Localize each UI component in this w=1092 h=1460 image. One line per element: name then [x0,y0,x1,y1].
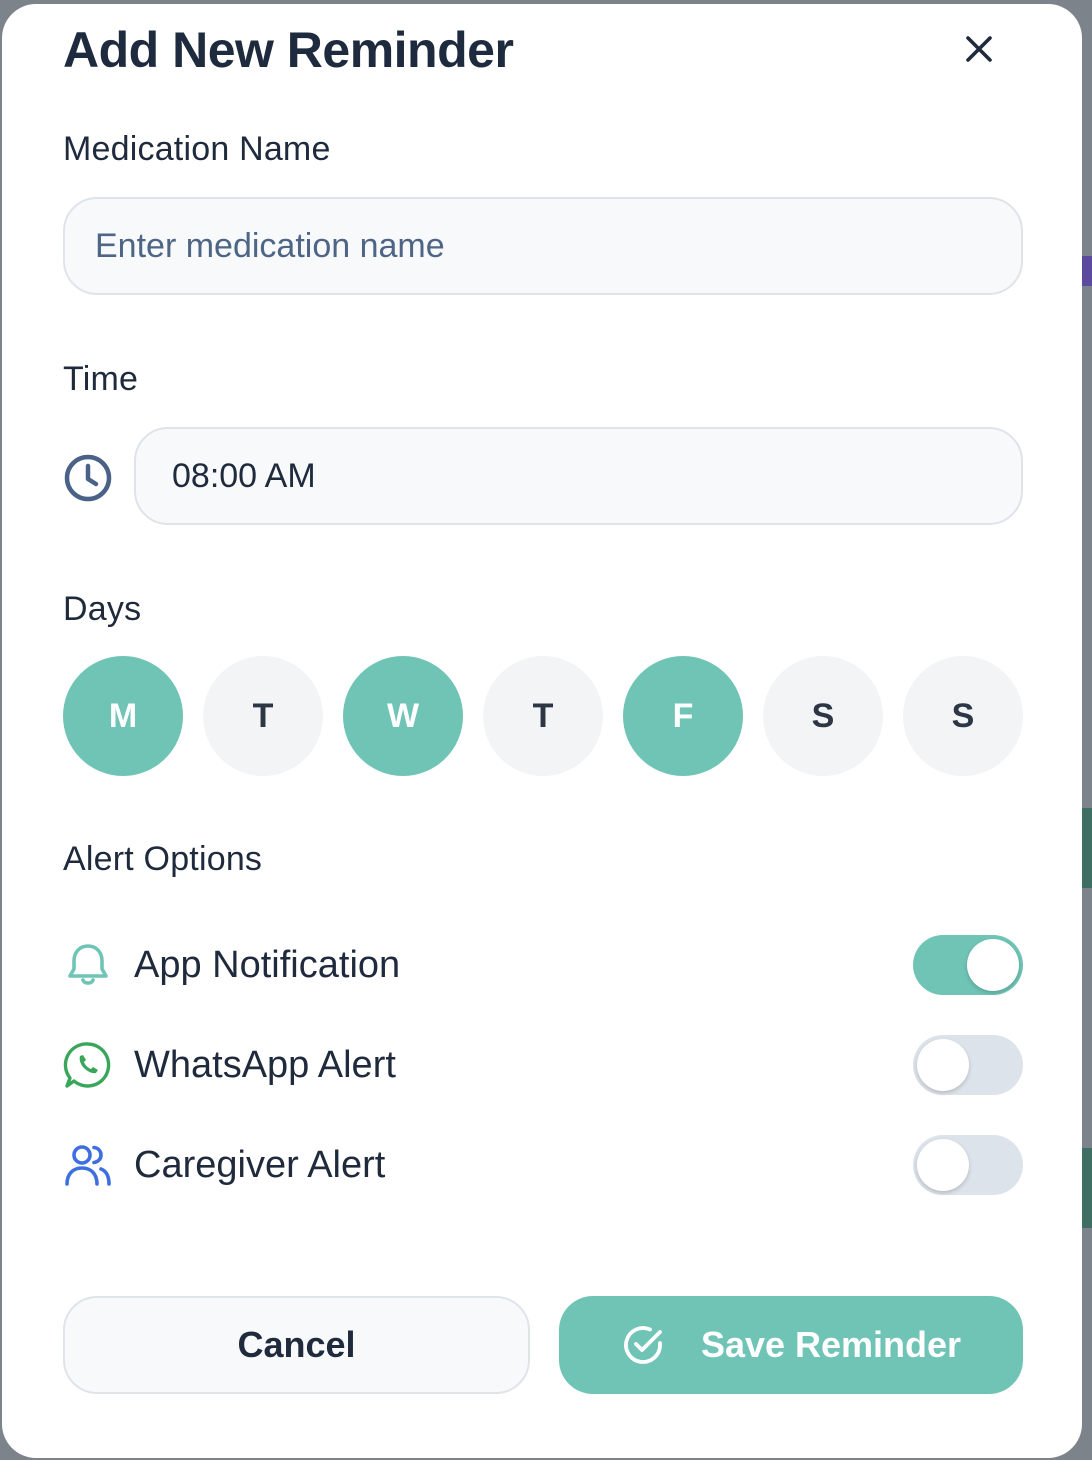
alert-label: Caregiver Alert [134,1144,386,1186]
day-toggle-wednesday[interactable]: W [343,656,463,776]
day-toggle-saturday[interactable]: S [763,656,883,776]
clock-icon [64,454,112,502]
bell-icon [68,944,108,985]
alert-label: App Notification [134,944,401,986]
medication-name-input[interactable] [63,197,1023,295]
whatsapp-alert-toggle[interactable] [913,1035,1023,1095]
check-circle-icon [624,1326,662,1364]
alert-row-whatsapp: WhatsApp Alert [63,1033,1023,1097]
day-toggle-friday[interactable]: F [623,656,743,776]
toggle-knob [967,939,1019,991]
days-label: Days [63,590,142,628]
medication-name-label: Medication Name [63,130,331,168]
alert-row-app-notification: App Notification [63,933,1023,997]
save-reminder-button[interactable]: Save Reminder [559,1296,1023,1394]
alert-row-caregiver: Caregiver Alert [63,1133,1023,1197]
day-selector: M T W T F S S [63,656,1023,776]
alert-options-label: Alert Options [63,840,263,878]
whatsapp-icon [63,1042,111,1088]
modal-title: Add New Reminder [63,22,514,78]
caregiver-alert-toggle[interactable] [913,1135,1023,1195]
day-toggle-tuesday[interactable]: T [203,656,323,776]
time-label: Time [63,360,139,398]
toggle-knob [917,1039,969,1091]
users-icon [65,1145,111,1186]
cancel-button[interactable]: Cancel [63,1296,530,1394]
save-reminder-label: Save Reminder [700,1324,962,1365]
toggle-knob [917,1139,969,1191]
close-button[interactable] [957,27,1001,71]
alert-label: WhatsApp Alert [134,1044,396,1086]
close-icon [966,36,992,62]
day-toggle-sunday[interactable]: S [903,656,1023,776]
time-input[interactable] [134,427,1023,525]
day-toggle-thursday[interactable]: T [483,656,603,776]
app-notification-toggle[interactable] [913,935,1023,995]
add-reminder-modal: Add New Reminder Medication Name Time Da… [2,4,1082,1458]
day-toggle-monday[interactable]: M [63,656,183,776]
